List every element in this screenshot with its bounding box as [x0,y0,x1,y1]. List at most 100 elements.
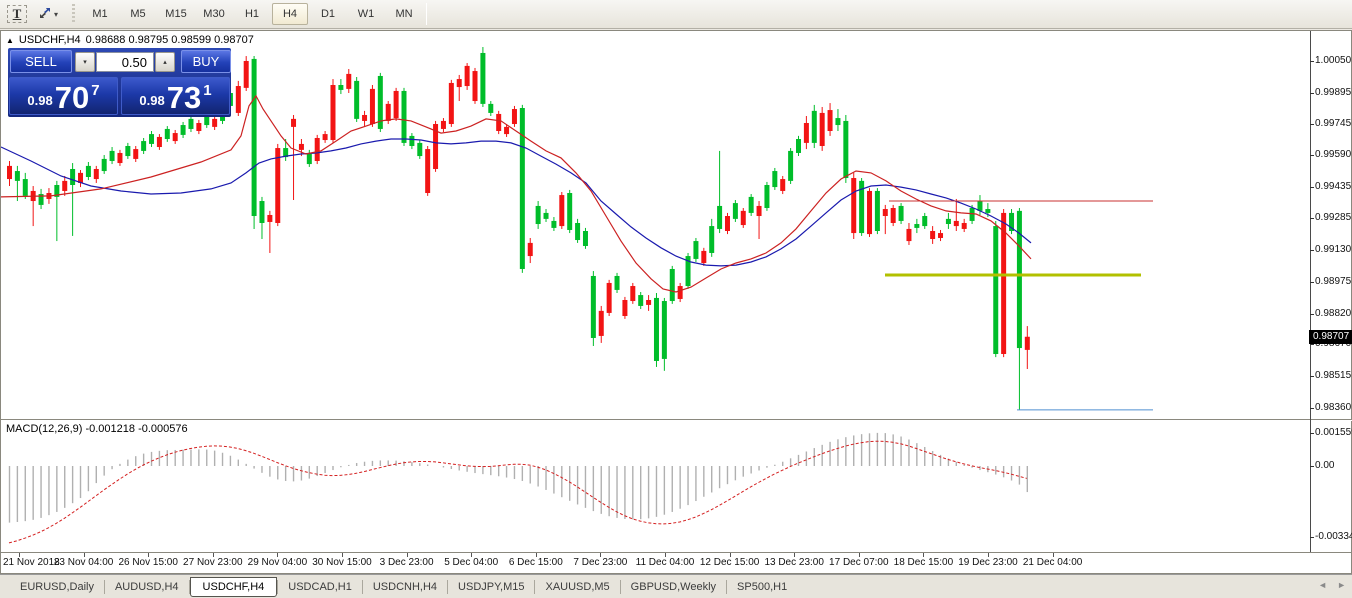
candle [993,221,998,357]
time-axis-tick [923,553,924,557]
price-axis-tick [1310,376,1314,377]
macd-signal-line [9,441,1027,543]
candle [433,121,438,172]
candle [607,280,612,316]
candle [315,135,320,164]
candle [772,168,777,190]
candle [828,103,833,136]
macd-axis-tick [1310,433,1314,434]
candle [906,223,911,245]
candle [425,146,430,196]
candle [181,122,186,138]
price-axis-label: 0.98360 [1315,402,1351,413]
toolbar-grip-handle[interactable] [70,4,77,24]
time-axis-tick [1053,553,1054,557]
tab-gbpusd-weekly[interactable]: GBPUSD,Weekly [621,578,726,596]
time-axis-label: 21 Nov 2018 [3,557,60,568]
candle [528,238,533,263]
sell-price-display[interactable]: 0.98 70 7 [9,77,118,115]
time-axis-tick [84,553,85,557]
tab-scroll-right-icon[interactable]: ► [1337,580,1346,590]
candle [15,166,20,201]
buy-price-main: 73 [167,84,201,112]
time-axis-label: 13 Dec 23:00 [764,557,824,568]
price-axis-label: 0.99435 [1315,181,1351,192]
tab-xauusd-m5[interactable]: XAUUSD,M5 [535,578,619,596]
candle [725,213,730,234]
timeframe-button-m30[interactable]: M30 [196,3,232,25]
tab-usdchf-h4[interactable]: USDCHF,H4 [190,577,278,597]
timeframe-button-w1[interactable]: W1 [348,3,384,25]
candle [149,131,154,147]
candle [110,147,115,164]
tab-audusd-h4[interactable]: AUDUSD,H4 [105,578,189,596]
price-axis-tick [1310,282,1314,283]
timeframe-button-mn[interactable]: MN [386,3,422,25]
candle [615,273,620,293]
time-axis[interactable]: 21 Nov 201823 Nov 04:0026 Nov 15:0027 No… [1,553,1310,573]
candle [630,283,635,304]
chart-title: ▲ USDCHF,H4 0.98688 0.98795 0.98599 0.98… [6,34,254,46]
buy-price-pip: 1 [203,82,211,99]
candle [622,297,627,319]
candle [31,186,36,226]
candle [86,162,91,180]
candle [883,205,888,234]
timeframe-button-m15[interactable]: M15 [158,3,194,25]
candle [259,197,264,239]
volume-increase-button[interactable]: ▴ [155,52,175,72]
timeframe-button-h4[interactable]: H4 [272,3,308,25]
text-label-tool-button[interactable]: T [5,3,29,25]
sell-button[interactable]: SELL [10,50,72,73]
buy-button[interactable]: BUY [181,50,231,73]
price-axis-tick [1310,155,1314,156]
top-toolbar: T ▾ M1M5M15M30H1H4D1W1MN [0,0,1352,29]
candle [1009,209,1014,234]
candle [938,230,943,241]
volume-input[interactable] [96,52,154,72]
toolbar-separator [426,3,427,25]
chart-window[interactable]: ▲ USDCHF,H4 0.98688 0.98795 0.98599 0.98… [0,30,1352,574]
tab-usdjpy-m15[interactable]: USDJPY,M15 [448,578,534,596]
tab-eurusd-daily[interactable]: EURUSD,Daily [10,578,104,596]
candle [378,73,383,132]
candle [125,143,130,159]
tab-usdcnh-h4[interactable]: USDCNH,H4 [363,578,447,596]
candle [646,295,651,311]
timeframe-button-m5[interactable]: M5 [120,3,156,25]
macd-chart-canvas[interactable] [1,421,1310,552]
candle [788,148,793,184]
candle [449,80,454,127]
candle [512,106,517,127]
timeframe-button-h1[interactable]: H1 [234,3,270,25]
timeframe-button-m1[interactable]: M1 [82,3,118,25]
candle [188,116,193,132]
price-axis-tick [1310,93,1314,94]
tab-scroll-left-icon[interactable]: ◄ [1318,580,1327,590]
price-axis-tick [1310,61,1314,62]
volume-decrease-button[interactable]: ▾ [75,52,95,72]
time-axis-tick [794,553,795,557]
candle [1025,326,1030,369]
time-axis-label: 23 Nov 04:00 [54,557,114,568]
candle [330,79,335,143]
time-axis-tick [148,553,149,557]
candle [1017,208,1022,410]
tab-usdcad-h1[interactable]: USDCAD,H1 [278,578,362,596]
candle [575,219,580,243]
candle [670,266,675,304]
time-axis-tick [536,553,537,557]
price-axis-tick [1310,124,1314,125]
candle [267,211,272,253]
candle [962,219,967,232]
spinner-down-icon: ▾ [83,58,87,66]
candle [165,126,170,142]
chart-style-tool-button[interactable]: ▾ [31,3,65,25]
candle [212,116,217,130]
timeframe-button-d1[interactable]: D1 [310,3,346,25]
candle [141,138,146,154]
buy-price-display[interactable]: 0.98 73 1 [121,77,230,115]
candle [354,77,359,122]
tab-sp500-h1[interactable]: SP500,H1 [727,578,797,596]
candle [536,201,541,229]
